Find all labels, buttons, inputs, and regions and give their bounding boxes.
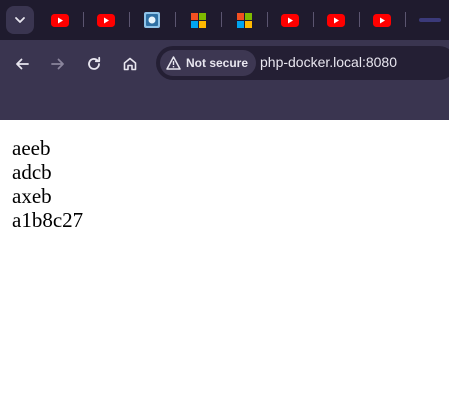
arrow-left-icon [16,58,29,70]
tab-separator [267,12,268,27]
tab-separator [221,12,222,27]
youtube-icon [281,13,299,27]
arrow-right-icon [51,58,64,70]
tab-partial[interactable] [418,10,442,30]
browser-chrome: Not secure php-docker.local:8080 [0,0,449,120]
tab-separator [175,12,176,27]
url-text: php-docker.local:8080 [260,54,397,70]
tab-separator [405,12,406,27]
toolbar: Not secure php-docker.local:8080 [0,40,449,88]
tab-separator [129,12,130,27]
youtube-icon [51,13,69,27]
app-icon [144,12,160,28]
tab-microsoft-1[interactable] [188,10,208,30]
tab-separator [359,12,360,27]
tab-search-button[interactable] [6,6,34,34]
tab-youtube-1[interactable] [50,10,70,30]
youtube-icon [97,13,115,27]
chevron-down-icon [15,17,25,23]
microsoft-icon [190,12,206,28]
home-icon [123,57,137,71]
youtube-icon [327,13,345,27]
security-chip[interactable]: Not secure [160,50,257,76]
tab-favicon-icon [419,18,441,22]
home-button[interactable] [116,50,144,78]
tab-youtube-3[interactable] [280,10,300,30]
tab-app[interactable] [142,10,162,30]
page-content: aeeb adcb axeb a1b8c27 [0,120,449,412]
back-button[interactable] [8,50,36,78]
tab-youtube-2[interactable] [96,10,116,30]
warning-icon [166,56,181,70]
tab-separator [83,12,84,27]
tab-microsoft-2[interactable] [234,10,254,30]
page-text-line: aeeb [12,136,51,160]
reload-icon [88,56,101,70]
security-label: Not secure [186,56,249,70]
page-text-line: axeb [12,184,52,208]
youtube-icon [373,13,391,27]
reload-button[interactable] [80,50,108,78]
microsoft-icon [236,12,252,28]
page-text-line: adcb [12,160,52,184]
forward-button[interactable] [44,50,72,78]
tab-strip [0,0,449,40]
address-bar[interactable]: Not secure php-docker.local:8080 [156,46,449,80]
tab-youtube-5[interactable] [372,10,392,30]
tab-separator [313,12,314,27]
page-text-line: a1b8c27 [12,208,84,232]
tab-youtube-4[interactable] [326,10,346,30]
